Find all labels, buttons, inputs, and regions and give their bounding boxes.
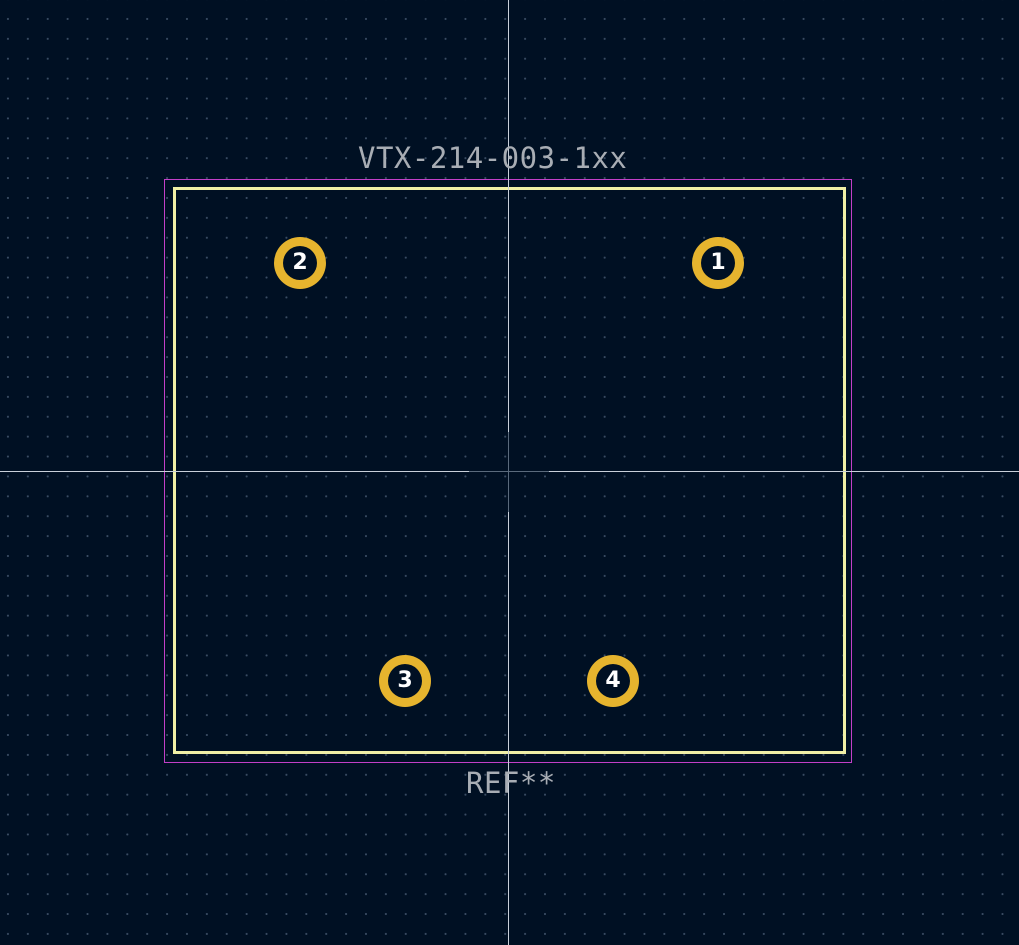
- footprint-value-text[interactable]: VTX-214-003-1xx: [358, 140, 627, 176]
- footprint-anchor-vertical: [508, 432, 509, 512]
- pcb-canvas[interactable]: VTX-214-003-1xx REF** 1 2 3 4: [0, 0, 1019, 945]
- pad-number: 1: [710, 250, 726, 275]
- pad-drill-hole: 4: [596, 664, 630, 698]
- pad-number: 3: [397, 668, 413, 693]
- pad-drill-hole: 2: [283, 246, 317, 280]
- pad-drill-hole: 1: [701, 246, 735, 280]
- pad-drill-hole: 3: [388, 664, 422, 698]
- footprint-anchor-horizontal: [469, 471, 549, 472]
- footprint-reference-text[interactable]: REF**: [466, 765, 556, 801]
- pad-2[interactable]: 2: [274, 237, 326, 289]
- pad-number: 4: [605, 668, 621, 693]
- pad-number: 2: [292, 250, 308, 275]
- pad-1[interactable]: 1: [692, 237, 744, 289]
- pad-3[interactable]: 3: [379, 655, 431, 707]
- pad-4[interactable]: 4: [587, 655, 639, 707]
